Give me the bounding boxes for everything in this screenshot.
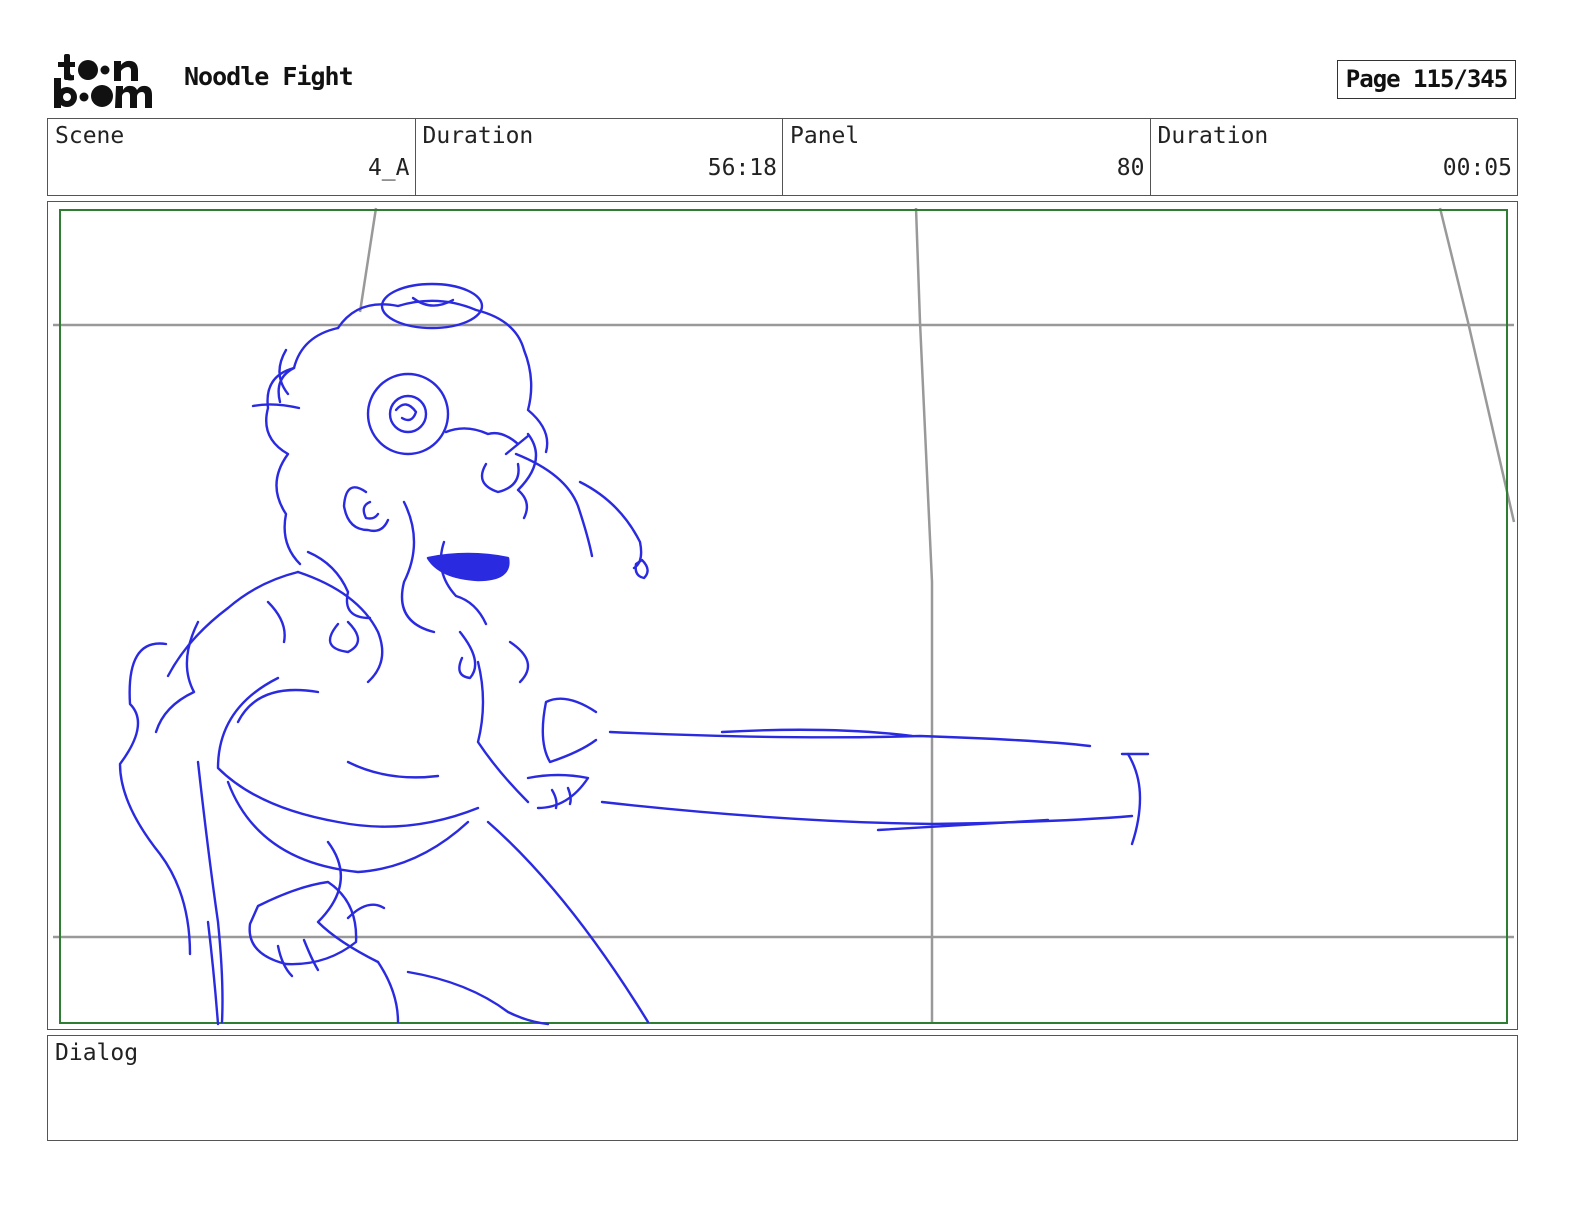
panel-cell: Panel 80 [783, 119, 1151, 195]
scene-duration-label: Duration [422, 123, 534, 149]
scene-value: 4_A [367, 155, 410, 181]
page-indicator: Page 115/345 [1337, 60, 1516, 99]
toon-boom-logo-icon [54, 54, 152, 108]
toon-boom-logo [52, 50, 164, 112]
panel-value: 80 [1116, 155, 1145, 181]
project-title: Noodle Fight [184, 62, 354, 91]
scene-cell: Scene 4_A [48, 119, 416, 195]
dialog-box: Dialog [47, 1035, 1518, 1141]
storyboard-panel [47, 201, 1518, 1030]
panel-label: Panel [790, 123, 860, 149]
storyboard-sketch [53, 207, 1516, 1026]
scene-duration-cell: Duration 56:18 [416, 119, 783, 195]
safe-frame [59, 209, 1508, 1024]
scene-label: Scene [55, 123, 125, 149]
scene-duration-value: 56:18 [707, 155, 777, 181]
dialog-label: Dialog [55, 1040, 139, 1066]
perspective-guides [53, 207, 1516, 1024]
panel-duration-label: Duration [1157, 123, 1269, 149]
character-sketch [118, 282, 1150, 1026]
panel-duration-value: 00:05 [1442, 155, 1512, 181]
scene-info-table: Scene 4_A Duration 56:18 Panel 80 Durati… [47, 118, 1518, 196]
panel-duration-cell: Duration 00:05 [1151, 119, 1518, 195]
